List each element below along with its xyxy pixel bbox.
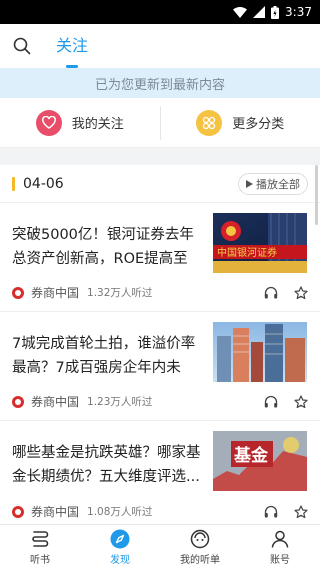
nav-discover[interactable]: 发现	[80, 525, 160, 569]
nav-label: 我的听单	[180, 554, 220, 566]
item-source: 券商中国	[31, 286, 80, 300]
play-icon	[246, 179, 253, 188]
item-thumbnail: 基金	[213, 431, 307, 491]
date-header: 04-06	[12, 176, 64, 192]
search-icon	[13, 37, 31, 55]
nav-account[interactable]: 账号	[240, 525, 320, 569]
date-row: 04-06 播放全部	[0, 165, 320, 203]
item-listens: 1.32万人听过	[87, 287, 153, 299]
star-icon[interactable]	[294, 394, 308, 409]
grid-icon	[196, 109, 223, 136]
nav-label: 账号	[270, 554, 290, 566]
signal-icon	[253, 6, 266, 18]
compass-icon	[110, 529, 130, 548]
battery-icon	[271, 5, 280, 19]
quick-nav: 我的关注 更多分类	[0, 98, 320, 148]
list-item[interactable]: 哪些基金是抗跌英雄？哪家基金长期绩优？五大维度评选... 基金 券商中国 1.0…	[0, 421, 320, 524]
playlist-icon	[190, 529, 210, 548]
play-all-button[interactable]: 播放全部	[238, 172, 308, 195]
item-meta: 券商中国 1.23万人听过	[12, 393, 308, 410]
feed: 04-06 播放全部 突破5000亿！银河证券去年总资产创新高，ROE提高至1.…	[0, 158, 320, 524]
star-icon[interactable]	[294, 504, 308, 519]
thumb-text: 基金	[233, 445, 269, 466]
search-button[interactable]	[0, 24, 44, 68]
item-source: 券商中国	[31, 395, 80, 409]
list-item[interactable]: 突破5000亿！银河证券去年总资产创新高，ROE提高至1... 中国银河证券	[0, 203, 320, 312]
source-logo-icon	[12, 286, 24, 299]
item-listens: 1.23万人听过	[87, 396, 153, 408]
item-thumbnail	[213, 322, 307, 382]
update-banner: 已为您更新到最新内容	[0, 68, 320, 98]
star-icon[interactable]	[294, 285, 308, 300]
item-source: 券商中国	[31, 505, 80, 519]
nav-books[interactable]: 听书	[0, 525, 80, 569]
list-item[interactable]: 7城完成首轮土拍，谁溢价率最高？7成百强房企年内未拿...	[0, 312, 320, 421]
banner-text: 已为您更新到最新内容	[94, 77, 225, 93]
my-follow-button[interactable]: 我的关注	[0, 98, 160, 147]
nav-label: 听书	[30, 554, 50, 566]
source-logo-icon	[12, 395, 24, 408]
headphones-icon[interactable]	[264, 286, 278, 299]
play-all-label: 播放全部	[256, 177, 300, 191]
date-text: 04-06	[23, 175, 64, 192]
top-bar: 关注	[0, 24, 320, 68]
status-time: 3:37	[285, 5, 312, 19]
my-follow-label: 我的关注	[71, 117, 124, 132]
nav-label: 发现	[110, 554, 130, 566]
source-logo-icon	[12, 505, 24, 518]
bottom-nav: 听书 发现 我的听单 账号	[0, 524, 320, 569]
tab-follow[interactable]: 关注	[52, 24, 92, 68]
item-thumbnail: 中国银河证券	[213, 213, 307, 273]
thumb-text: 中国银河证券	[217, 246, 277, 259]
status-bar: 3:37	[0, 0, 320, 24]
more-categories-label: 更多分类	[232, 117, 285, 132]
item-meta: 券商中国 1.32万人听过	[12, 284, 308, 301]
nav-my-playlist[interactable]: 我的听单	[160, 525, 240, 569]
more-categories-button[interactable]: 更多分类	[161, 98, 320, 147]
headphones-icon[interactable]	[264, 505, 278, 518]
headphones-icon[interactable]	[264, 395, 278, 408]
item-title: 7城完成首轮土拍，谁溢价率最高？7成百强房企年内未拿...	[12, 336, 196, 376]
date-marker	[12, 176, 15, 191]
item-listens: 1.08万人听过	[87, 506, 153, 518]
item-title: 突破5000亿！银河证券去年总资产创新高，ROE提高至1...	[12, 227, 194, 267]
book-icon	[32, 530, 49, 547]
item-title: 哪些基金是抗跌英雄？哪家基金长期绩优？五大维度评选...	[12, 445, 201, 485]
item-meta: 券商中国 1.08万人听过	[12, 503, 308, 520]
heart-icon	[35, 109, 62, 136]
scrollbar[interactable]	[315, 165, 318, 225]
wifi-icon	[233, 6, 248, 18]
account-icon	[271, 530, 289, 548]
